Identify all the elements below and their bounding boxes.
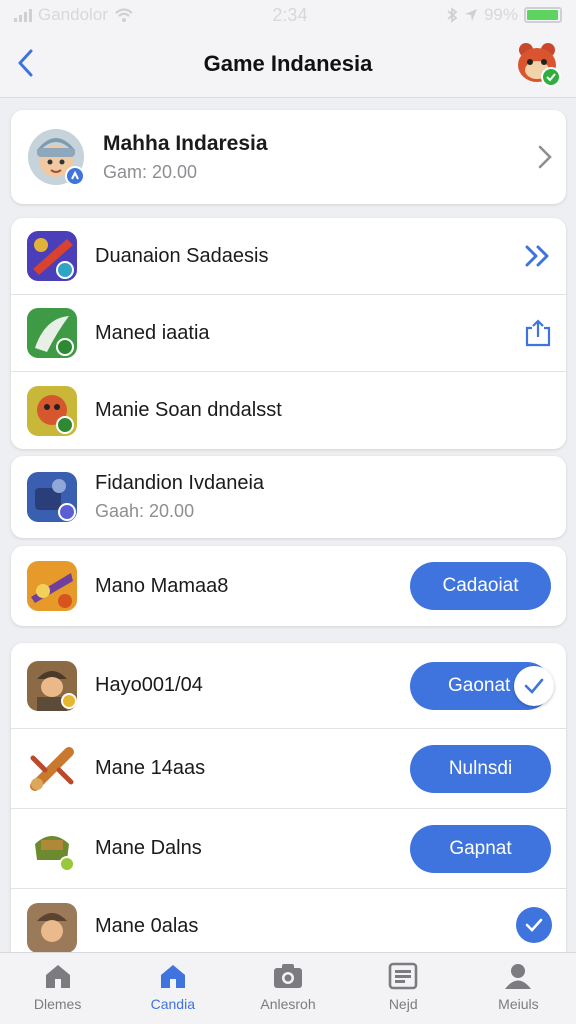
- wifi-icon: [115, 8, 133, 22]
- news-icon: [388, 962, 418, 990]
- list-item-text: Mane 0alas: [95, 903, 198, 938]
- checkmark-icon: [524, 678, 544, 694]
- games-list-card: Duanaion Sadaesis Maned iaatia Manie Soa…: [11, 218, 566, 449]
- tab-label: Candia: [150, 996, 195, 1012]
- list-item[interactable]: Mane 14aas Nulnsdi: [11, 729, 566, 809]
- action-button[interactable]: Gapnat: [410, 824, 551, 873]
- signal-icon: [14, 8, 32, 22]
- tab-dlemes[interactable]: Dlemes: [0, 953, 115, 1024]
- list-item-title: Duanaion Sadaesis: [95, 244, 269, 267]
- game-action-card: Mano Mamaa8 Cadaoiat: [11, 546, 566, 626]
- tab-candia[interactable]: Candia: [115, 953, 230, 1024]
- list-item-action[interactable]: [524, 244, 552, 268]
- game-icon: [27, 660, 77, 711]
- tab-nejd[interactable]: Nejd: [346, 953, 461, 1024]
- action-button-label: Gaonat: [448, 674, 511, 696]
- game-icon: [27, 308, 77, 358]
- action-button[interactable]: Gaonat: [410, 661, 554, 710]
- status-right: 99%: [446, 5, 562, 25]
- list-item-text: Duanaion Sadaesis: [95, 245, 268, 268]
- list-item-title: Hayo001/04: [95, 674, 203, 696]
- list-item-title: Mane 0alas: [95, 915, 199, 937]
- battery-percent: 99%: [483, 5, 518, 24]
- tab-label: Dlemes: [33, 996, 82, 1012]
- chevron-right-icon: [538, 145, 552, 169]
- list-item-text: Hayo001/04: [95, 674, 203, 697]
- profile-card[interactable]: Mahha Indaresia Gam: 20.00: [11, 110, 566, 204]
- list-item-title: Manie Soan dndalsst: [95, 399, 282, 421]
- list-item-title: Mano Mamaa8: [95, 574, 229, 597]
- share-icon: [525, 319, 551, 347]
- list-item-text: Fidandion Ivdaneia Gaah: 20.00: [95, 472, 264, 522]
- status-left: Gandolor: [14, 5, 134, 25]
- camera-icon: [274, 964, 302, 988]
- list-item[interactable]: Maned iaatia: [11, 295, 566, 372]
- profile-row[interactable]: Mahha Indaresia Gam: 20.00: [11, 110, 566, 204]
- list-item-text: Mane 14aas: [95, 757, 205, 780]
- list-item-text: Manie Soan dndalsst: [95, 399, 282, 422]
- profile-icon: [505, 964, 532, 989]
- list-item[interactable]: Hayo001/04 Gaonat: [11, 643, 566, 729]
- tab-anlesroh[interactable]: Anlesroh: [230, 953, 345, 1024]
- game-icon: [27, 561, 77, 611]
- game-icon: [27, 744, 77, 794]
- home-icon: [160, 965, 185, 988]
- list-item[interactable]: Mane Dalns Gapnat: [11, 809, 566, 889]
- home-icon: [45, 965, 70, 988]
- profile-text: Mahha Indaresia Gam: 20.00: [103, 132, 268, 183]
- list-item-action[interactable]: [524, 318, 552, 348]
- list-item-title: Mane 14aas: [95, 757, 206, 779]
- location-icon: [464, 9, 477, 21]
- double-chevron-right-icon: [525, 245, 549, 267]
- user-avatar[interactable]: [512, 38, 562, 88]
- players-list-card: Hayo001/04 Gaonat Mane 14aas Nulnsdi Man…: [11, 643, 566, 952]
- back-button[interactable]: [12, 46, 38, 80]
- bluetooth-icon: [447, 7, 458, 23]
- list-item-text: Mane Dalns: [95, 837, 202, 860]
- game-icon: [27, 472, 77, 522]
- page-title: Game Indanesia: [203, 50, 373, 76]
- tab-label: Anlesroh: [260, 996, 316, 1012]
- action-button[interactable]: Nulnsdi: [410, 744, 551, 793]
- list-item-title: Mane Dalns: [95, 837, 202, 859]
- chevron-left-icon: [18, 49, 33, 77]
- list-item-text: Mano Mamaa8: [95, 575, 228, 598]
- game-icon: [27, 824, 77, 874]
- tab-label: Nejd: [388, 996, 418, 1012]
- profile-avatar: [27, 128, 85, 186]
- profile-chevron: [538, 145, 552, 169]
- carrier-name: Gandolor: [38, 5, 108, 24]
- list-item-title: Maned iaatia: [95, 321, 210, 344]
- tab-meiuls[interactable]: Meiuls: [461, 953, 576, 1024]
- list-item-text: Maned iaatia: [95, 322, 210, 345]
- tab-bar: Dlemes Candia Anlesroh Nejd Meiuls: [0, 952, 576, 1024]
- game-icon: [27, 385, 77, 436]
- game-detail-card[interactable]: Fidandion Ivdaneia Gaah: 20.00: [11, 456, 566, 538]
- selected-check: [514, 665, 554, 706]
- profile-name: Mahha Indaresia: [103, 131, 268, 155]
- list-item[interactable]: Fidandion Ivdaneia Gaah: 20.00: [11, 456, 566, 538]
- list-item-subtitle: Gaah: 20.00: [95, 501, 195, 521]
- profile-subtitle: Gam: 20.00: [103, 161, 198, 182]
- list-item[interactable]: Mano Mamaa8 Cadaoiat: [11, 546, 566, 626]
- tab-label: Meiuls: [498, 996, 539, 1012]
- soldier-avatar-icon: [28, 129, 85, 186]
- status-time: 2:34: [272, 4, 308, 25]
- game-icon: [27, 903, 77, 952]
- list-item[interactable]: Manie Soan dndalsst: [11, 372, 566, 449]
- list-item-title: Fidandion Ivdaneia: [95, 472, 265, 494]
- game-icon: [27, 231, 77, 281]
- action-button[interactable]: Cadaoiat: [410, 562, 551, 610]
- battery-icon: [523, 7, 562, 23]
- mascot-avatar-icon: [518, 43, 561, 87]
- status-bar: Gandolor 2:34 99%: [0, 0, 576, 30]
- list-item[interactable]: Duanaion Sadaesis: [11, 218, 566, 295]
- selected-check[interactable]: [516, 907, 552, 943]
- navigation-header: Game Indanesia: [0, 30, 576, 98]
- list-item[interactable]: Mane 0alas: [11, 889, 566, 952]
- checkmark-icon: [525, 918, 543, 932]
